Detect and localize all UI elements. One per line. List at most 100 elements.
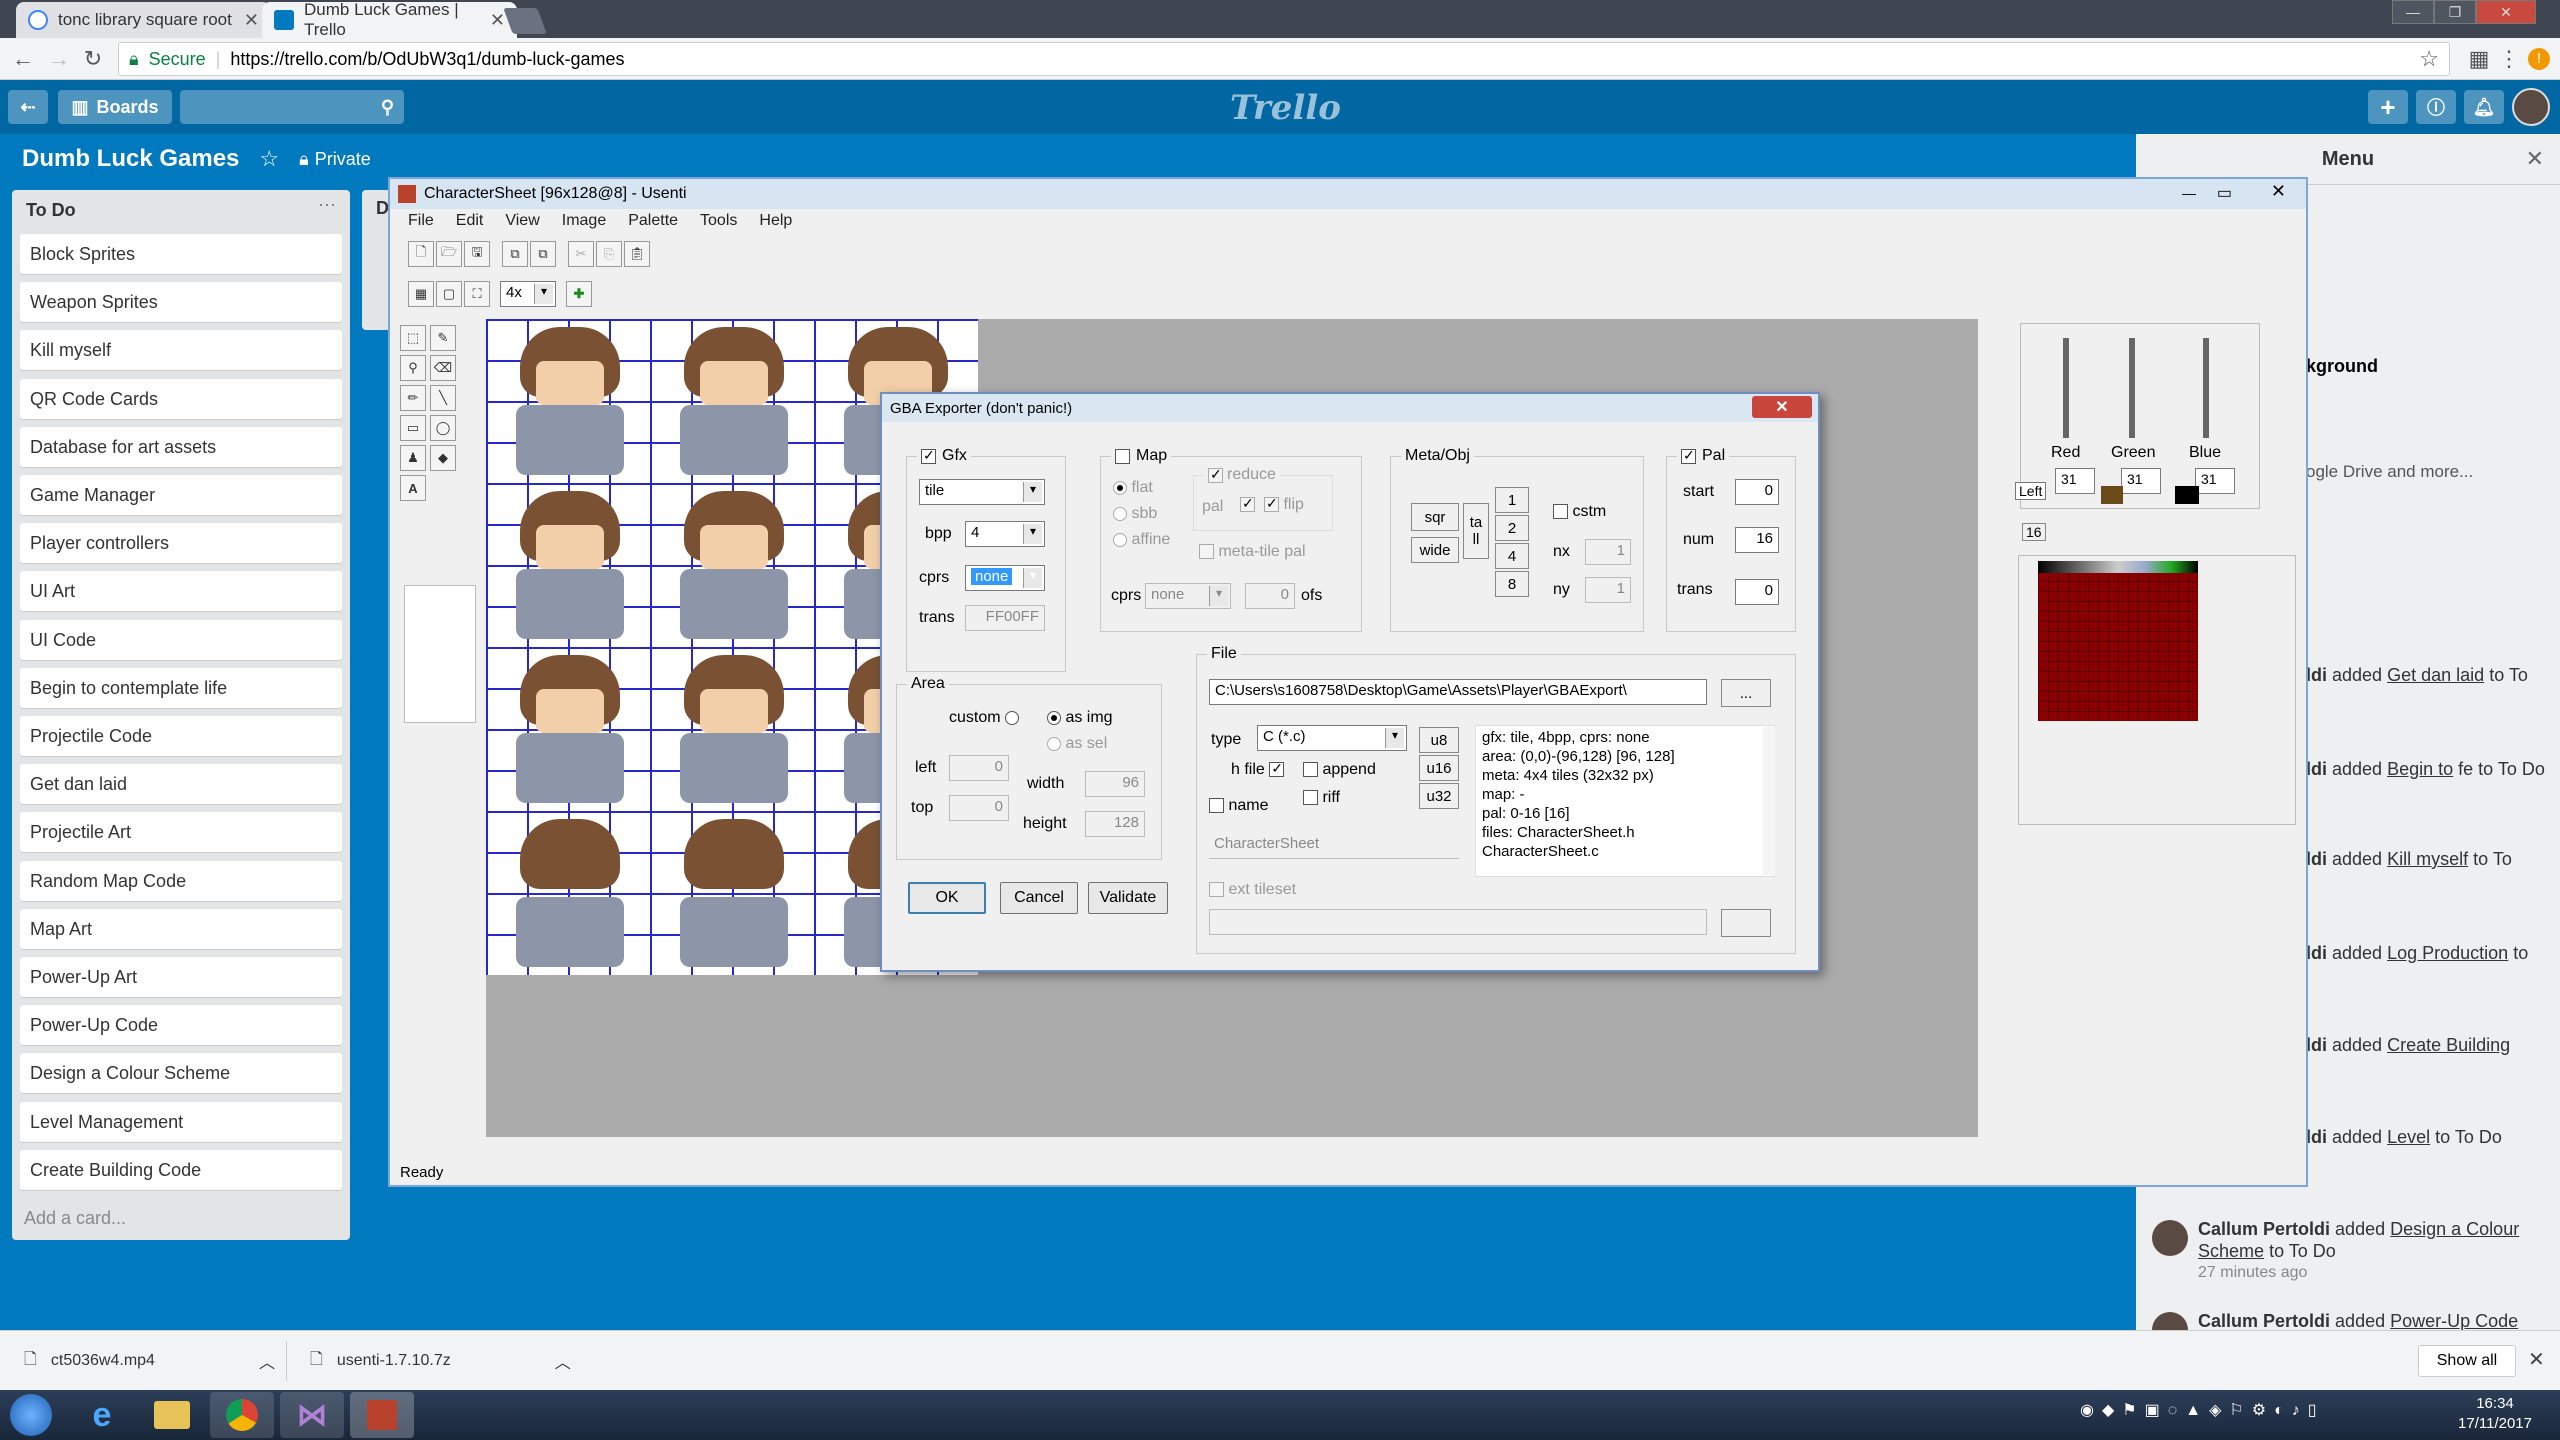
list-card[interactable]: Weapon Sprites xyxy=(20,282,342,323)
cancel-button[interactable]: Cancel xyxy=(1000,882,1078,914)
affine-radio[interactable]: affine xyxy=(1113,531,1170,549)
close-icon[interactable]: ✕ xyxy=(2271,181,2286,202)
sbb-radio[interactable]: sbb xyxy=(1113,505,1157,523)
zoom-icon[interactable]: ⚲ xyxy=(400,355,426,381)
list-card[interactable]: Random Map Code xyxy=(20,860,342,901)
ny-field[interactable]: 1 xyxy=(1585,577,1631,603)
list-card[interactable]: Power-Up Code xyxy=(20,1005,342,1046)
list-card[interactable]: Projectile Code xyxy=(20,716,342,756)
ellipse-icon[interactable]: ◯ xyxy=(430,415,456,441)
menu-file[interactable]: File xyxy=(408,212,434,230)
u16-button[interactable]: u16 xyxy=(1419,755,1459,781)
wide-button[interactable]: wide xyxy=(1411,537,1459,563)
download-item[interactable]: 🗋 ct5036w4.mp4 ︿ xyxy=(0,1341,275,1381)
list-card[interactable]: Design a Colour Scheme xyxy=(20,1053,342,1094)
close-tab-icon[interactable]: ✕ xyxy=(490,10,505,31)
list-card[interactable]: Power-Up Art xyxy=(20,957,342,997)
custom-radio[interactable]: custom xyxy=(949,709,1020,727)
ext-tileset-checkbox[interactable]: ext tileset xyxy=(1209,881,1296,899)
activity-card-link[interactable]: Create Building xyxy=(2387,1035,2510,1055)
maximize-icon[interactable]: ❐ xyxy=(2434,0,2476,24)
trello-logo[interactable]: Trello xyxy=(1230,88,1341,128)
url-field[interactable]: 🔒︎ Secure | https://trello.com/b/OdUbW3q… xyxy=(118,42,2450,76)
blue-value[interactable]: 31 xyxy=(2195,468,2235,494)
name-checkbox[interactable]: name xyxy=(1209,797,1268,815)
fit-icon[interactable]: ⛶ xyxy=(464,281,490,307)
maximize-icon[interactable]: ▭ xyxy=(2217,183,2232,203)
activity-card-link[interactable]: Log Production xyxy=(2387,943,2508,963)
tileset-path-field[interactable] xyxy=(1209,909,1707,935)
reduce-checkbox[interactable] xyxy=(1208,466,1223,483)
close-tab-icon[interactable]: ✕ xyxy=(244,10,259,31)
back-home-icon[interactable]: ⇠ xyxy=(8,90,48,124)
system-tray-icons[interactable]: ◉◆⚑▣◌▲◈⚐⚙◐♪▯ xyxy=(2080,1400,2400,1430)
single-tile-icon[interactable]: ▢ xyxy=(436,281,462,307)
background-option[interactable]: kground xyxy=(2306,356,2378,377)
browse-button[interactable]: ... xyxy=(1721,679,1771,707)
blue-slider[interactable] xyxy=(2203,338,2209,438)
list-card[interactable]: Begin to contemplate life xyxy=(20,667,342,708)
tall-button[interactable]: ta ll xyxy=(1463,503,1489,559)
gfx-mode-select[interactable]: tile xyxy=(919,479,1045,505)
cprs-select[interactable]: none xyxy=(965,565,1045,591)
list-card[interactable]: Get dan laid xyxy=(20,764,342,805)
as-sel-radio[interactable]: as sel xyxy=(1047,735,1107,753)
activity-user[interactable]: ldi xyxy=(2306,1127,2327,1147)
activity-user[interactable]: Callum Pertoldi xyxy=(2198,1219,2330,1239)
pal-num-field[interactable]: 16 xyxy=(1735,527,1779,553)
palette-count[interactable]: 16 xyxy=(2022,523,2046,541)
activity-user[interactable]: ldi xyxy=(2306,849,2327,869)
download-item[interactable]: 🗋 usenti-1.7.10.7z ︿ xyxy=(286,1341,571,1381)
file-path-field[interactable]: C:\Users\s1608758\Desktop\Game\Assets\Pl… xyxy=(1209,679,1707,705)
add-icon[interactable]: + xyxy=(2368,90,2408,124)
avatar[interactable] xyxy=(2152,1220,2188,1256)
new-icon[interactable]: 🗋 xyxy=(408,241,434,267)
copy-icon[interactable]: ⎘ xyxy=(596,241,622,267)
metatile-pal-checkbox[interactable]: meta-tile pal xyxy=(1199,543,1306,561)
activity-user[interactable]: ldi xyxy=(2306,665,2327,685)
list-card[interactable]: UI Code xyxy=(20,619,342,660)
extension-icon[interactable]: ▦ xyxy=(2464,44,2494,74)
add-card-link[interactable]: Add a card... xyxy=(24,1208,126,1229)
name-field[interactable]: CharacterSheet xyxy=(1209,833,1459,859)
tileset-browse-button[interactable] xyxy=(1721,909,1771,937)
cstm-checkbox[interactable]: cstm xyxy=(1553,503,1606,521)
pal-trans-field[interactable]: 0 xyxy=(1735,579,1779,605)
height-field[interactable]: 128 xyxy=(1085,811,1145,837)
width-field[interactable]: 96 xyxy=(1085,771,1145,797)
board-title[interactable]: Dumb Luck Games xyxy=(22,145,239,173)
paste-layer-icon[interactable]: ⧉ xyxy=(530,241,556,267)
list-card[interactable]: Level Management xyxy=(20,1101,342,1142)
close-menu-icon[interactable]: ✕ xyxy=(2526,146,2544,172)
reduce-flip-checkbox[interactable]: flip xyxy=(1264,495,1304,514)
list-card[interactable]: UI Art xyxy=(20,571,342,612)
zoom-select[interactable]: 4x xyxy=(500,281,556,307)
nx-field[interactable]: 1 xyxy=(1585,539,1631,565)
map-checkbox[interactable] xyxy=(1115,448,1130,464)
as-img-radio[interactable]: as img xyxy=(1047,709,1113,727)
ie-icon[interactable]: e xyxy=(70,1392,134,1438)
forward-icon[interactable]: → xyxy=(44,44,74,74)
green-slider[interactable] xyxy=(2129,338,2135,438)
map-cprs-select[interactable]: none xyxy=(1145,583,1231,609)
minimize-icon[interactable]: — xyxy=(2392,0,2434,24)
grid-icon[interactable]: ▦ xyxy=(408,281,434,307)
show-all-button[interactable]: Show all xyxy=(2418,1345,2516,1377)
top-field[interactable]: 0 xyxy=(949,795,1009,821)
red-slider[interactable] xyxy=(2063,338,2069,438)
usenti-taskbar-icon[interactable] xyxy=(350,1392,414,1438)
list-menu-icon[interactable]: ··· xyxy=(318,194,336,215)
activity-card-link[interactable]: Level xyxy=(2387,1127,2430,1147)
info-scrollbar[interactable] xyxy=(1763,727,1775,875)
close-window-icon[interactable]: ✕ xyxy=(2476,0,2536,24)
vertical-scrollbar[interactable] xyxy=(1978,319,1994,1137)
paste-icon[interactable]: 📋︎ xyxy=(624,241,650,267)
riff-checkbox[interactable]: riff xyxy=(1303,789,1340,807)
powerups-option[interactable]: ogle Drive and more... xyxy=(2306,462,2473,482)
rectangle-icon[interactable]: ▭ xyxy=(400,415,426,441)
fill-icon[interactable]: ◆ xyxy=(430,445,456,471)
activity-card-link[interactable]: Begin to xyxy=(2387,759,2453,779)
u32-button[interactable]: u32 xyxy=(1419,783,1459,809)
visibility-button[interactable]: 🔒︎ Private xyxy=(299,149,371,170)
notifications-icon[interactable]: 🔔︎ xyxy=(2464,90,2504,124)
